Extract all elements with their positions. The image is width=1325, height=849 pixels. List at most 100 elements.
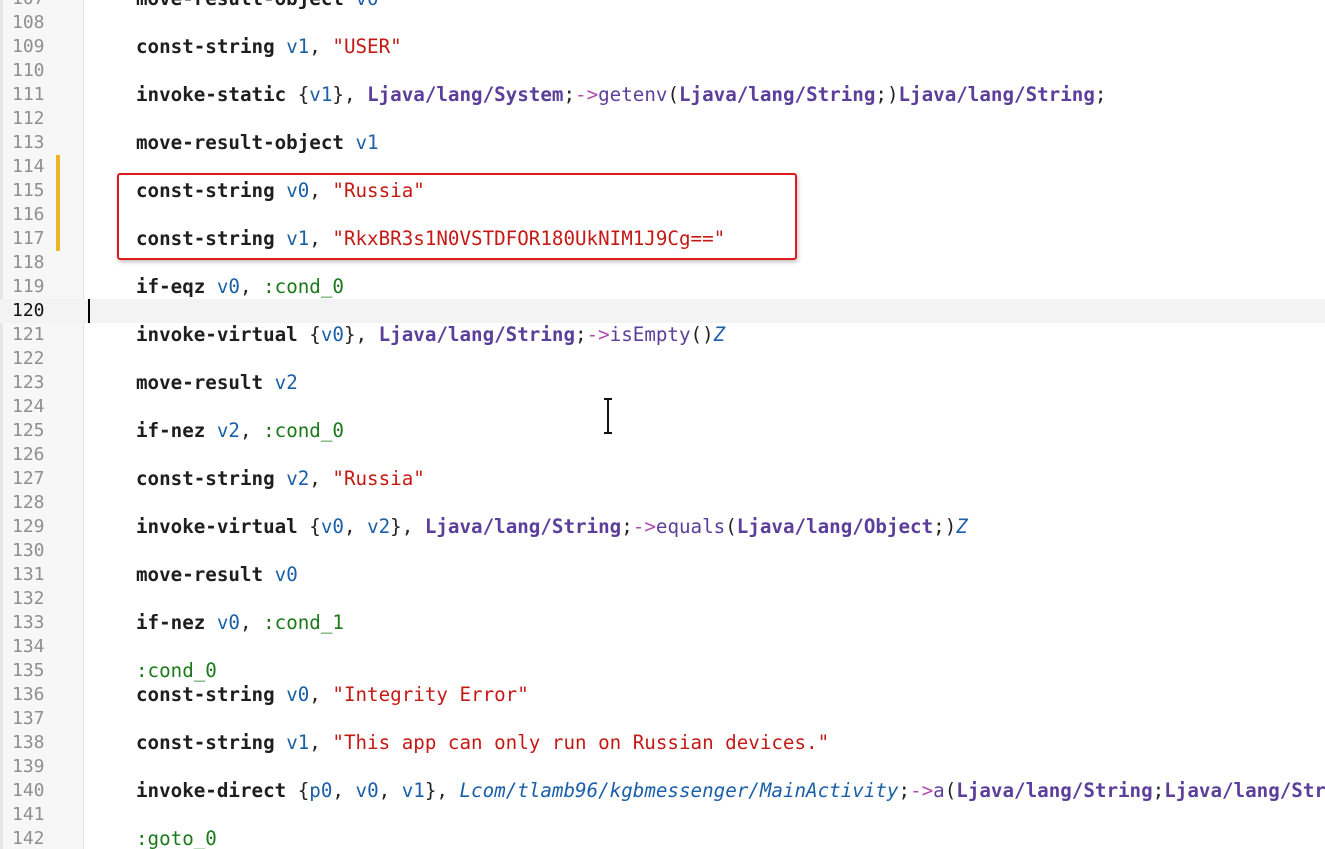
line-number: 117 bbox=[12, 228, 45, 249]
code-text[interactable]: move-result-object v0 bbox=[136, 0, 379, 11]
code-token: }, bbox=[390, 515, 425, 538]
code-text[interactable]: :cond_0 bbox=[136, 659, 217, 683]
code-token: () bbox=[690, 323, 714, 346]
code-text[interactable]: move-result v0 bbox=[136, 563, 298, 587]
code-line[interactable]: 124 bbox=[0, 395, 1325, 419]
code-line[interactable]: 137 bbox=[0, 707, 1325, 731]
code-line[interactable]: 123 move-result v2 bbox=[0, 371, 1325, 395]
code-token: -> bbox=[586, 323, 610, 346]
code-token: -> bbox=[632, 515, 656, 538]
code-token: invoke-direct bbox=[136, 779, 287, 802]
code-token: ; bbox=[575, 323, 587, 346]
code-text[interactable]: const-string v1, "USER" bbox=[136, 35, 402, 59]
code-line[interactable]: 125 if-nez v2, :cond_0 bbox=[0, 419, 1325, 443]
line-number: 141 bbox=[12, 804, 45, 825]
code-line[interactable]: 131 move-result v0 bbox=[0, 563, 1325, 587]
code-line[interactable]: 122 bbox=[0, 347, 1325, 371]
code-text[interactable]: move-result v2 bbox=[136, 371, 298, 395]
code-line[interactable]: 136 const-string v0, "Integrity Error" bbox=[0, 683, 1325, 707]
code-token: if-nez bbox=[136, 611, 206, 634]
code-token: { bbox=[297, 323, 321, 346]
code-text[interactable]: invoke-virtual {v0, v2}, Ljava/lang/Stri… bbox=[136, 515, 968, 539]
line-number: 136 bbox=[12, 684, 45, 705]
code-line[interactable]: 121 invoke-virtual {v0}, Ljava/lang/Strin… bbox=[0, 323, 1325, 347]
code-line[interactable]: 132 bbox=[0, 587, 1325, 611]
code-text[interactable]: if-nez v2, :cond_0 bbox=[136, 419, 344, 443]
line-number: 129 bbox=[12, 516, 45, 537]
code-token: Ljava/lang/System bbox=[367, 83, 564, 106]
code-line[interactable]: 142:goto_0 bbox=[0, 827, 1325, 849]
code-token: v1 bbox=[286, 35, 310, 58]
code-token: { bbox=[297, 515, 321, 538]
line-number: 120 bbox=[12, 300, 45, 321]
code-line[interactable]: 113 move-result-object v1 bbox=[0, 131, 1325, 155]
line-number: 107 bbox=[12, 0, 62, 11]
code-text[interactable]: const-string v1, "This app can only run … bbox=[136, 731, 829, 755]
code-line[interactable]: 139 bbox=[0, 755, 1325, 779]
code-text[interactable]: if-eqz v0, :cond_0 bbox=[136, 275, 344, 299]
line-number: 126 bbox=[12, 444, 45, 465]
code-line[interactable]: 109 const-string v1, "USER" bbox=[0, 35, 1325, 59]
code-text[interactable]: invoke-static {v1}, Ljava/lang/System;->… bbox=[136, 83, 1106, 107]
code-text[interactable]: :goto_0 bbox=[136, 827, 217, 849]
text-cursor-icon bbox=[604, 398, 612, 434]
line-number: 112 bbox=[12, 108, 45, 129]
line-number: 134 bbox=[12, 636, 45, 657]
code-line[interactable]: 135:cond_0 bbox=[0, 659, 1325, 683]
code-token: , bbox=[239, 419, 264, 442]
code-line[interactable]: 120 bbox=[0, 299, 1325, 323]
code-line[interactable]: 127 const-string v2, "Russia" bbox=[0, 467, 1325, 491]
code-line[interactable]: 133 if-nez v0, :cond_1 bbox=[0, 611, 1325, 635]
code-line[interactable]: 138 const-string v1, "This app can only r… bbox=[0, 731, 1325, 755]
code-token: ; bbox=[563, 83, 576, 106]
code-line[interactable]: 107 move-result-object v0 bbox=[0, 0, 1325, 11]
code-text[interactable]: if-nez v0, :cond_1 bbox=[136, 611, 344, 635]
code-token: v1 bbox=[401, 779, 425, 802]
code-text[interactable]: invoke-virtual {v0}, Ljava/lang/String;-… bbox=[136, 323, 725, 347]
code-line[interactable]: 129 invoke-virtual {v0, v2}, Ljava/lang/S… bbox=[0, 515, 1325, 539]
code-token: ; bbox=[1094, 83, 1107, 106]
line-number: 139 bbox=[12, 756, 45, 777]
code-token: move-result bbox=[136, 371, 264, 394]
code-token: v0 bbox=[286, 683, 310, 706]
code-token: v0 bbox=[320, 323, 344, 346]
text-caret bbox=[88, 299, 90, 323]
code-line[interactable]: 134 bbox=[0, 635, 1325, 659]
code-line[interactable]: 128 bbox=[0, 491, 1325, 515]
code-token: :goto_0 bbox=[136, 827, 217, 849]
code-text[interactable]: move-result-object v1 bbox=[136, 131, 379, 155]
code-token: , bbox=[343, 515, 368, 538]
line-number: 109 bbox=[12, 36, 45, 57]
code-token: }, bbox=[343, 323, 379, 346]
code-token: invoke-virtual bbox=[136, 323, 298, 346]
code-line[interactable]: 110 bbox=[0, 59, 1325, 83]
code-token: a bbox=[933, 779, 945, 802]
code-token: if-nez bbox=[136, 419, 206, 442]
code-token: :cond_1 bbox=[263, 611, 344, 634]
line-number: 115 bbox=[12, 180, 45, 201]
code-text[interactable]: invoke-direct {p0, v0, v1}, Lcom/tlamb96… bbox=[136, 779, 1325, 803]
code-token: { bbox=[286, 779, 310, 802]
code-line[interactable]: 119 if-eqz v0, :cond_0 bbox=[0, 275, 1325, 299]
code-text[interactable]: const-string v0, "Integrity Error" bbox=[136, 683, 529, 707]
code-lines[interactable]: 107 move-result-object v0 108 109 const-stri… bbox=[0, 0, 1325, 849]
code-line[interactable]: 140 invoke-direct {p0, v0, v1}, Lcom/tlam… bbox=[0, 779, 1325, 803]
code-token: p0 bbox=[309, 779, 333, 802]
code-line[interactable]: 130 bbox=[0, 539, 1325, 563]
code-line[interactable]: 112 bbox=[0, 107, 1325, 131]
code-token: , bbox=[309, 35, 333, 58]
line-number: 118 bbox=[12, 252, 45, 273]
code-line[interactable]: 141 bbox=[0, 803, 1325, 827]
code-token: { bbox=[286, 83, 310, 106]
code-token: v1 bbox=[355, 131, 379, 154]
code-line[interactable]: 126 bbox=[0, 443, 1325, 467]
code-line[interactable]: 111 invoke-static {v1}, Ljava/lang/System… bbox=[0, 83, 1325, 107]
code-editor[interactable]: 107 move-result-object v0 108 109 const-stri… bbox=[0, 0, 1325, 849]
code-token: Ljava/lang/String bbox=[956, 779, 1153, 802]
code-token: "Russia" bbox=[332, 467, 425, 490]
code-text[interactable]: const-string v2, "Russia" bbox=[136, 467, 425, 491]
code-line[interactable]: 108 bbox=[0, 11, 1325, 35]
line-number: 116 bbox=[12, 204, 45, 225]
